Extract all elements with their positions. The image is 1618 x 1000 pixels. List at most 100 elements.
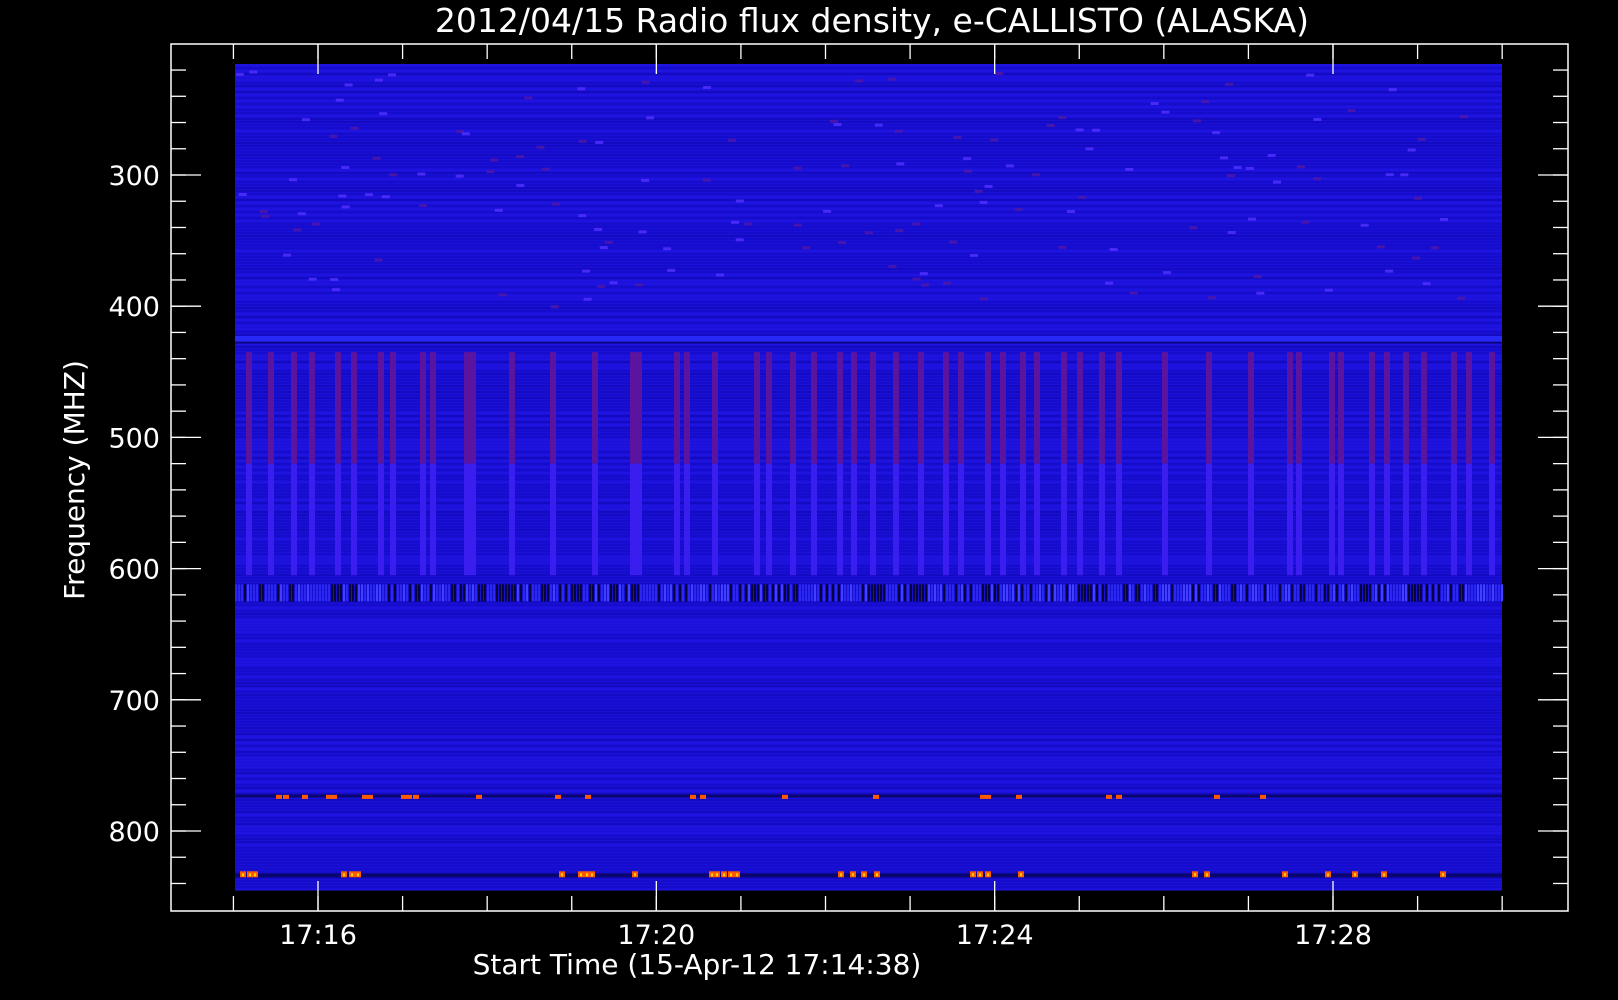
noise-line (235, 238, 1502, 240)
noise-dot (1347, 109, 1356, 113)
noise-dot (735, 199, 744, 203)
noise-line (235, 136, 1502, 138)
interference-band (661, 584, 663, 602)
noise-dot (953, 136, 962, 140)
interference-band (1351, 584, 1353, 602)
noise-dot (1208, 296, 1217, 300)
noise-line (235, 616, 1502, 618)
noise-line (235, 853, 1502, 855)
interference-band (1135, 584, 1137, 602)
noise-dot (1227, 231, 1236, 235)
noise-line (235, 97, 1502, 99)
hot-pixel (690, 794, 696, 799)
noise-dot (635, 283, 644, 287)
noise-dot (716, 273, 725, 277)
interference-band (631, 584, 633, 602)
peak-pixel (1383, 873, 1385, 877)
interference-band (412, 584, 414, 602)
interference-band (1348, 584, 1350, 602)
interference-band (502, 584, 504, 602)
interference-band (634, 584, 636, 602)
noise-dot (919, 272, 928, 276)
burst-upper (1466, 352, 1472, 464)
interference-band (919, 584, 921, 602)
burst-lower (1421, 463, 1427, 576)
x-tick-label: 17:28 (1294, 920, 1372, 951)
interference-band (1480, 584, 1482, 602)
interference-band (847, 584, 849, 602)
interference-band (1303, 584, 1305, 602)
burst-lower (1116, 463, 1122, 576)
noise-dot (1313, 177, 1322, 181)
interference-band (778, 584, 780, 602)
burst-upper (291, 352, 297, 464)
noise-dot (551, 202, 560, 206)
noise-dot (524, 96, 533, 100)
interference-band (1120, 584, 1122, 602)
peak-pixel (249, 873, 251, 877)
noise-line (235, 151, 1502, 153)
interference-band (1099, 584, 1101, 602)
interference-band (1429, 584, 1431, 602)
interference-band (1033, 584, 1035, 602)
interference-band (1231, 584, 1233, 602)
interference-band (745, 584, 747, 602)
interference-band (1162, 584, 1164, 602)
interference-band (784, 584, 786, 602)
noise-dot (364, 193, 373, 197)
noise-line (235, 688, 1502, 690)
noise-dot (888, 77, 897, 81)
interference-band (487, 584, 489, 602)
noise-dot (498, 293, 507, 297)
interference-band (772, 584, 774, 602)
interference-band (1111, 584, 1113, 602)
noise-line (235, 757, 1502, 759)
interference-band (622, 584, 624, 602)
interference-band (1360, 584, 1362, 602)
interference-band (1309, 584, 1311, 602)
interference-band (793, 584, 795, 602)
noise-dot (1031, 173, 1040, 177)
noise-line (235, 685, 1502, 687)
interference-band (1483, 584, 1485, 602)
interference-band (1129, 584, 1131, 602)
interference-band (1123, 584, 1125, 602)
interference-band (1054, 584, 1056, 602)
burst-upper (870, 352, 876, 464)
noise-dot (344, 83, 353, 87)
noise-dot (235, 72, 244, 76)
noise-dot (1193, 119, 1202, 123)
burst-upper (1296, 352, 1302, 464)
noise-dot (1225, 82, 1234, 86)
interference-band (1426, 584, 1428, 602)
noise-line (235, 316, 1502, 318)
peak-pixel (580, 873, 582, 877)
noise-dot (1233, 166, 1242, 170)
interference-band (1462, 584, 1464, 602)
burst-upper (1329, 352, 1335, 464)
interference-band (598, 584, 600, 602)
noise-dot (582, 269, 591, 273)
interference-band (844, 584, 846, 602)
burst-upper (378, 352, 384, 464)
interference-band (1297, 584, 1299, 602)
burst-lower (550, 463, 556, 576)
y-tick-label: 600 (108, 555, 160, 586)
burst-lower (1384, 463, 1390, 576)
noise-dot (1306, 73, 1315, 77)
burst-lower (636, 463, 642, 576)
interference-band (760, 584, 762, 602)
interference-band (556, 584, 558, 602)
interference-band (1276, 584, 1278, 602)
interference-band (808, 584, 810, 602)
noise-line (235, 643, 1502, 645)
burst-lower (592, 463, 598, 576)
noise-line (235, 331, 1502, 333)
interference-band (832, 584, 834, 602)
noise-dot (1247, 217, 1256, 221)
noise-line (235, 91, 1502, 93)
interference-band (298, 584, 300, 602)
noise-line (235, 103, 1502, 105)
burst-upper (1451, 352, 1457, 464)
interference-band (1174, 584, 1176, 602)
